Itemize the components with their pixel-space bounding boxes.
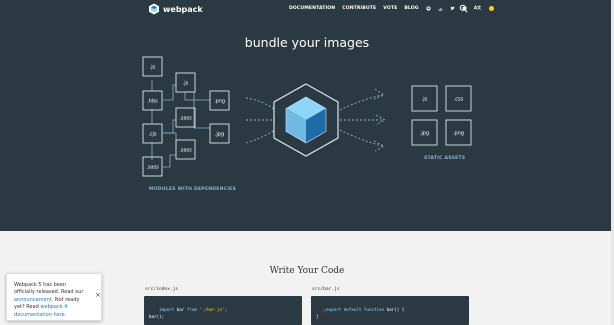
modules-caption: MODULES WITH DEPENDENCIES	[149, 187, 236, 192]
module-label: .jpg	[215, 132, 224, 138]
announcement-link[interactable]: announcement	[14, 297, 52, 303]
notification-toast: Webpack 5 has been officially released. …	[6, 273, 102, 321]
file-name-index: src/index.js	[145, 287, 179, 292]
module-label: .js	[183, 81, 189, 87]
code-block-index: import bar from './bar.js'; bar();	[144, 296, 302, 325]
stackoverflow-icon[interactable]	[438, 6, 443, 11]
hero-section: bundle your images .js .hbs .js .png .sa…	[0, 18, 614, 231]
nav-documentation[interactable]: DOCUMENTATION	[289, 6, 335, 11]
language-selector[interactable]: A文	[474, 4, 482, 12]
module-label: .cjs	[148, 132, 157, 138]
asset-label: .jpg	[420, 131, 429, 137]
assets-caption: STATIC ASSETS	[424, 156, 466, 161]
module-label: .js	[150, 65, 156, 71]
github-icon[interactable]	[426, 6, 431, 11]
close-icon[interactable]: ×	[95, 291, 101, 299]
theme-toggle[interactable]	[488, 6, 494, 11]
svg-text:A文: A文	[474, 5, 482, 10]
asset-label: .css	[454, 97, 464, 103]
nav-blog[interactable]: BLOG	[404, 6, 418, 11]
module-label: .sass	[146, 165, 159, 171]
twitter-icon[interactable]	[450, 6, 455, 11]
file-name-bar: src/bar.js	[312, 287, 340, 292]
code-line: }	[316, 314, 319, 319]
module-label: .hbs	[147, 99, 158, 105]
code-line: bar();	[149, 314, 165, 319]
input-arrows	[245, 97, 276, 144]
module-label: .png	[214, 99, 225, 105]
webpack-cube	[273, 83, 339, 157]
webpack-logo[interactable]: webpack	[148, 3, 203, 15]
logo-text: webpack	[163, 4, 203, 14]
bundle-diagram: .js .hbs .js .png .sass .cjs .jpg .sass …	[142, 56, 472, 177]
asset-label: .png	[453, 131, 464, 137]
module-connectors	[151, 80, 210, 168]
nav-contribute[interactable]: CONTRIBUTE	[342, 6, 376, 11]
code-block-bar: export default function bar() { // }	[311, 296, 469, 325]
code-line: export default function bar() {	[326, 307, 405, 312]
search-icon[interactable]	[459, 4, 468, 13]
code-comment: //	[322, 308, 328, 313]
nav-vote[interactable]: VOTE	[383, 6, 397, 11]
toast-message: Webpack 5 has been officially released. …	[14, 282, 84, 318]
module-label: .sass	[179, 116, 192, 122]
translate-icon: A文	[474, 4, 482, 10]
top-navbar: webpack DOCUMENTATION CONTRIBUTE VOTE BL…	[0, 0, 614, 18]
module-label: .sass	[179, 148, 192, 154]
output-arrows	[339, 88, 386, 152]
webpack-logo-icon	[149, 3, 159, 15]
asset-label: .js	[422, 97, 428, 103]
